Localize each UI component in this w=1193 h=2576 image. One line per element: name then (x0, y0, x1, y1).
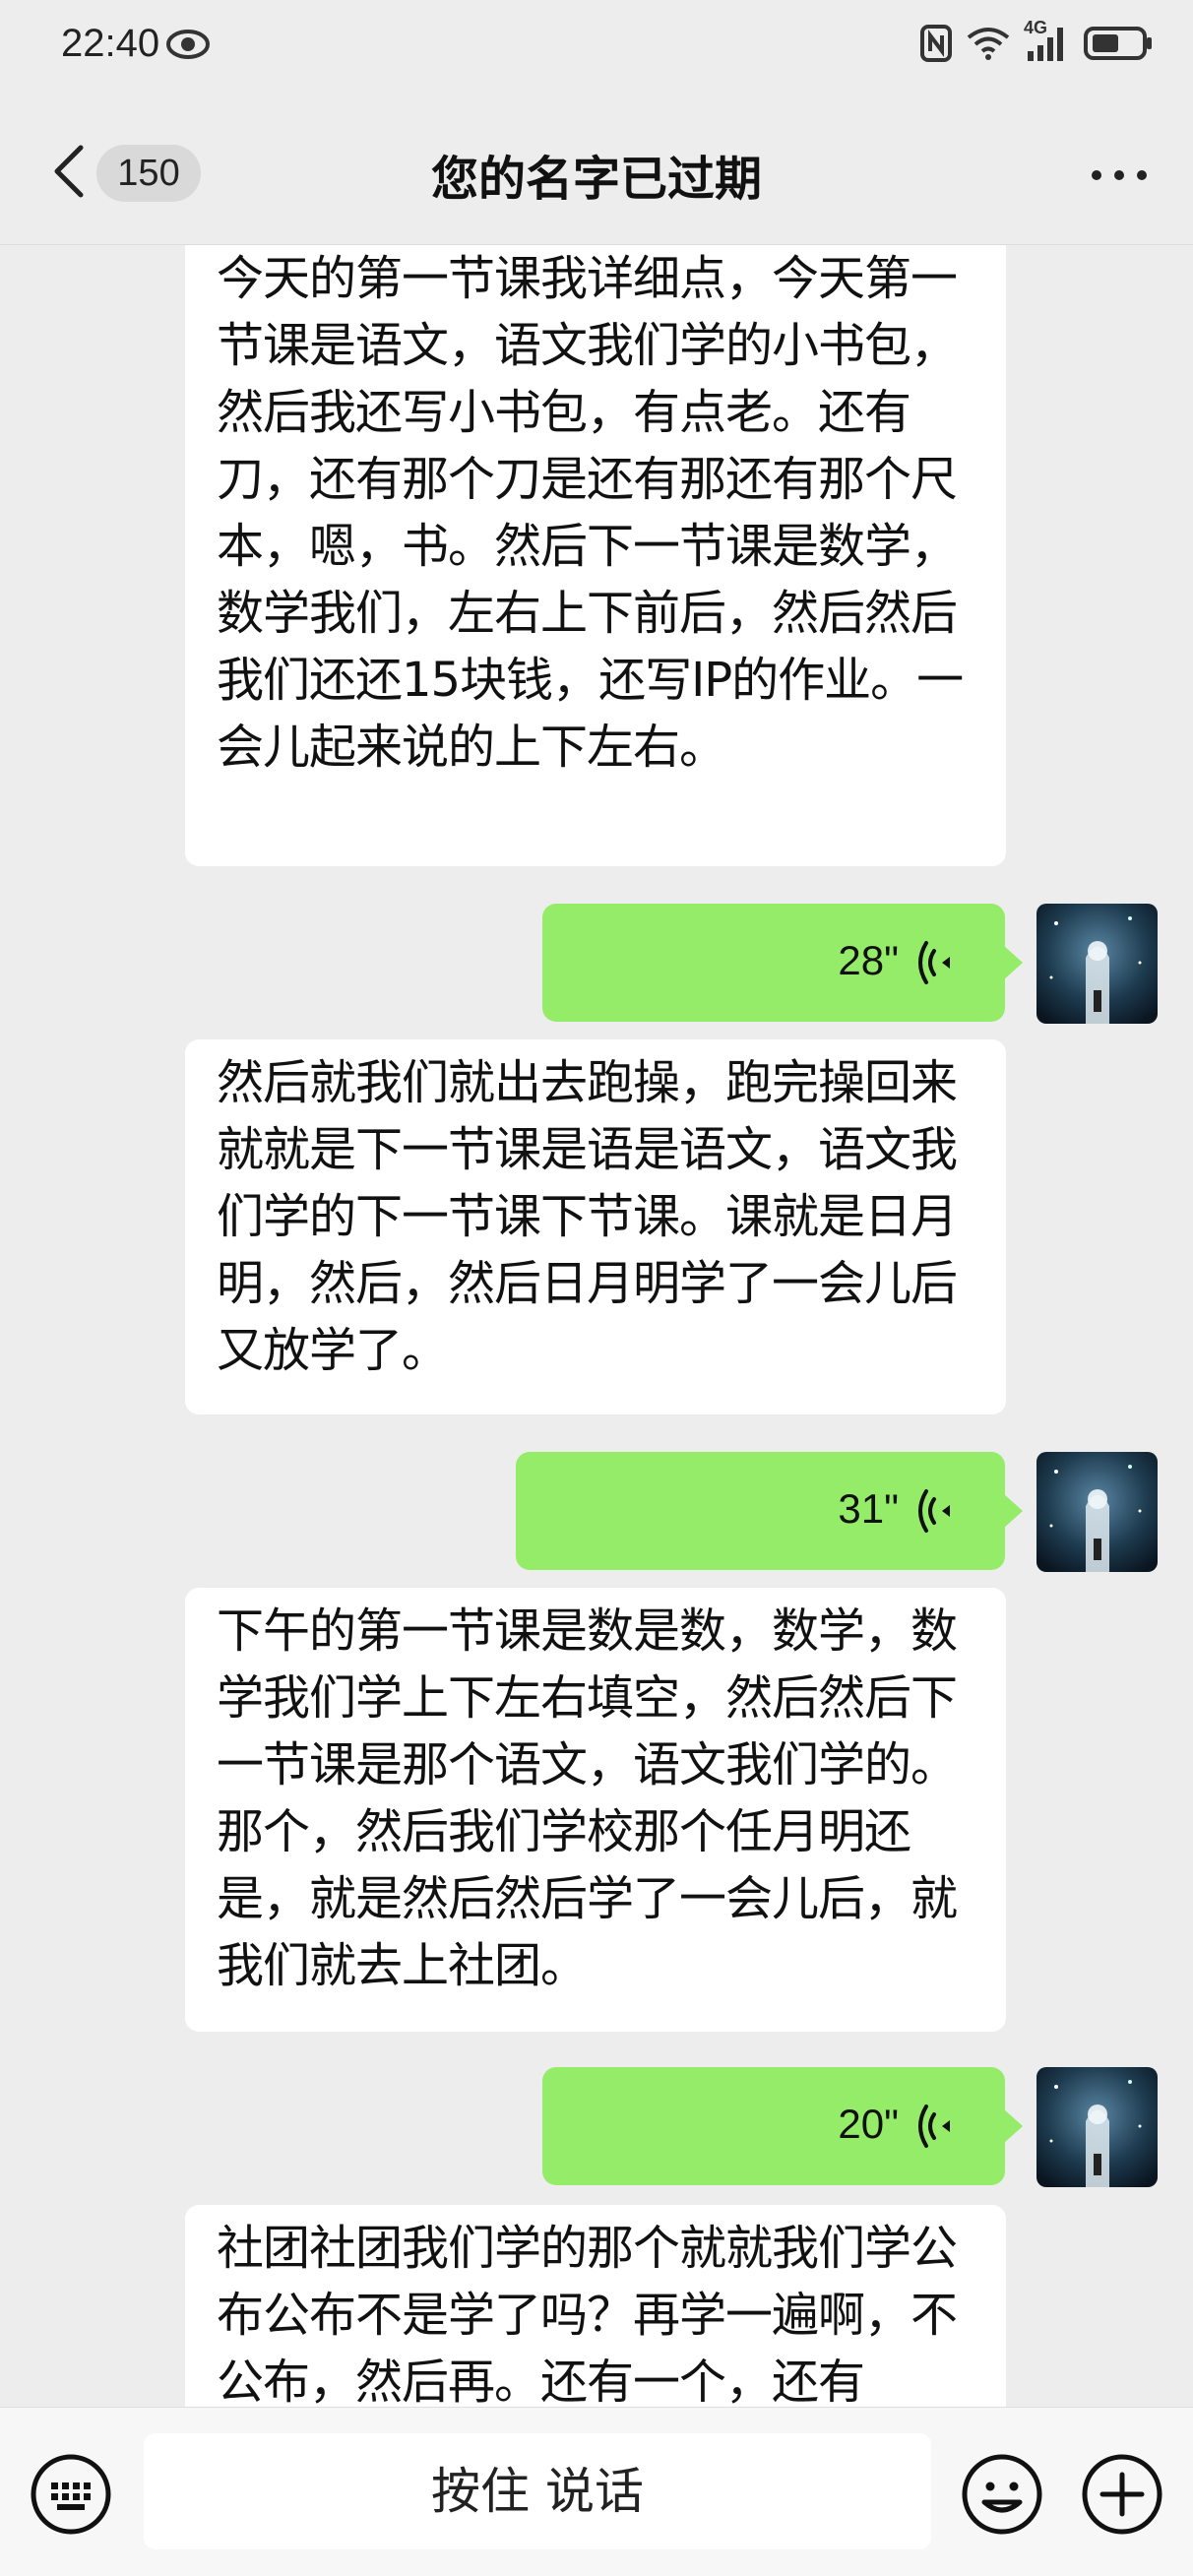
voice-duration: 28" (838, 937, 899, 983)
hold-to-talk-button[interactable]: 按住 说话 (144, 2433, 931, 2549)
voice-message-bubble[interactable]: 31" (516, 1452, 1023, 1570)
message-list[interactable]: 今天的第一节课我详细点，今天第一节课是语文，语文我们学的小书包，然后我还写小书包… (0, 245, 1193, 2407)
text-message-bubble[interactable]: 社团社团我们学的那个就就我们学公布公布不是学了吗？再学一遍啊，不公布，然后再。还… (185, 2205, 1006, 2407)
voice-message-bubble[interactable]: 20" (542, 2067, 1023, 2185)
network-type: 4G (1024, 18, 1048, 37)
voice-duration: 31" (838, 1485, 899, 1532)
text-message-bubble[interactable]: 然后就我们就出去跑操，跑完操回来就就是下一节课是语是语文，语文我们学的下一节课下… (185, 1039, 1006, 1414)
status-bar: 22:40 4G (0, 0, 1193, 98)
signal-icon: 4G (1024, 18, 1069, 67)
more-dots-icon[interactable] (1085, 156, 1154, 195)
text-message-bubble[interactable]: 下午的第一节课是数是数，数学，数学我们学上下左右填空，然后然后下一节课是那个语文… (185, 1588, 1006, 2032)
eye-icon (165, 28, 211, 65)
battery-icon (1083, 24, 1154, 67)
nfc-icon (919, 24, 953, 67)
chat-header: 150 您的名字已过期 (0, 98, 1193, 245)
voice-wave-icon (916, 2103, 952, 2154)
voice-wave-icon (916, 939, 952, 990)
avatar[interactable] (1036, 1452, 1158, 1572)
input-bar: 按住 说话 (0, 2407, 1193, 2576)
status-time: 22:40 (61, 22, 160, 65)
avatar[interactable] (1036, 904, 1158, 1024)
message-text: 今天的第一节课我详细点，今天第一节课是语文，语文我们学的小书包，然后我还写小书包… (217, 251, 964, 775)
message-text: 社团社团我们学的那个就就我们学公布公布不是学了吗？再学一遍啊，不公布，然后再。还… (217, 2221, 958, 2407)
voice-wave-icon (916, 1487, 952, 1539)
voice-duration: 20" (838, 2101, 899, 2147)
chat-title: 您的名字已过期 (430, 152, 762, 207)
emoji-icon[interactable] (961, 2453, 1043, 2540)
voice-message-bubble[interactable]: 28" (542, 904, 1023, 1022)
wifi-icon (967, 26, 1010, 65)
message-text: 然后就我们就出去跑操，跑完操回来就就是下一节课是语是语文，语文我们学的下一节课下… (217, 1055, 958, 1378)
message-text: 下午的第一节课是数是数，数学，数学我们学上下左右填空，然后然后下一节课是那个语文… (217, 1603, 958, 1993)
keyboard-icon[interactable] (30, 2453, 112, 2540)
plus-icon[interactable] (1081, 2453, 1163, 2540)
text-message-bubble[interactable]: 今天的第一节课我详细点，今天第一节课是语文，语文我们学的小书包，然后我还写小书包… (185, 245, 1006, 866)
status-indicators: 4G (919, 18, 1154, 67)
avatar[interactable] (1036, 2067, 1158, 2187)
